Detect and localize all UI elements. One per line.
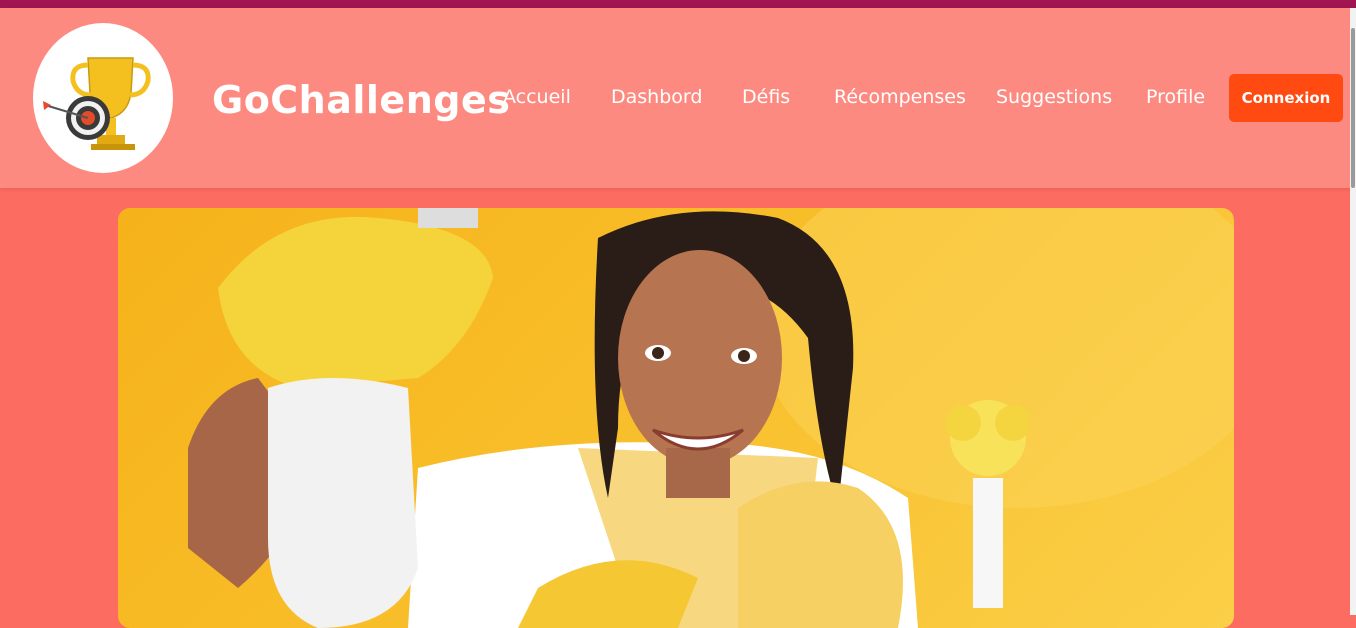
hero-image [118, 208, 1234, 628]
nav-recompenses[interactable]: Récompenses [834, 86, 966, 108]
nav-accueil[interactable]: Accueil [503, 86, 571, 108]
login-button[interactable]: Connexion [1229, 74, 1343, 122]
trophy-target-icon [43, 57, 151, 150]
nav-dashbord[interactable]: Dashbord [611, 86, 702, 108]
site-logo[interactable] [33, 23, 173, 173]
nav-profile[interactable]: Profile [1146, 86, 1205, 108]
smiling-woman-cleaning-photo [188, 208, 1234, 628]
page-scrollbar[interactable] [1350, 8, 1356, 615]
scrollbar-thumb[interactable] [1351, 28, 1355, 188]
site-header: GoChallenges Accueil Dashbord Défis Réco… [0, 8, 1356, 188]
brand-title[interactable]: GoChallenges [212, 78, 510, 122]
nav-defis[interactable]: Défis [742, 86, 790, 108]
nav-suggestions[interactable]: Suggestions [996, 86, 1112, 108]
top-accent-bar [0, 0, 1356, 8]
